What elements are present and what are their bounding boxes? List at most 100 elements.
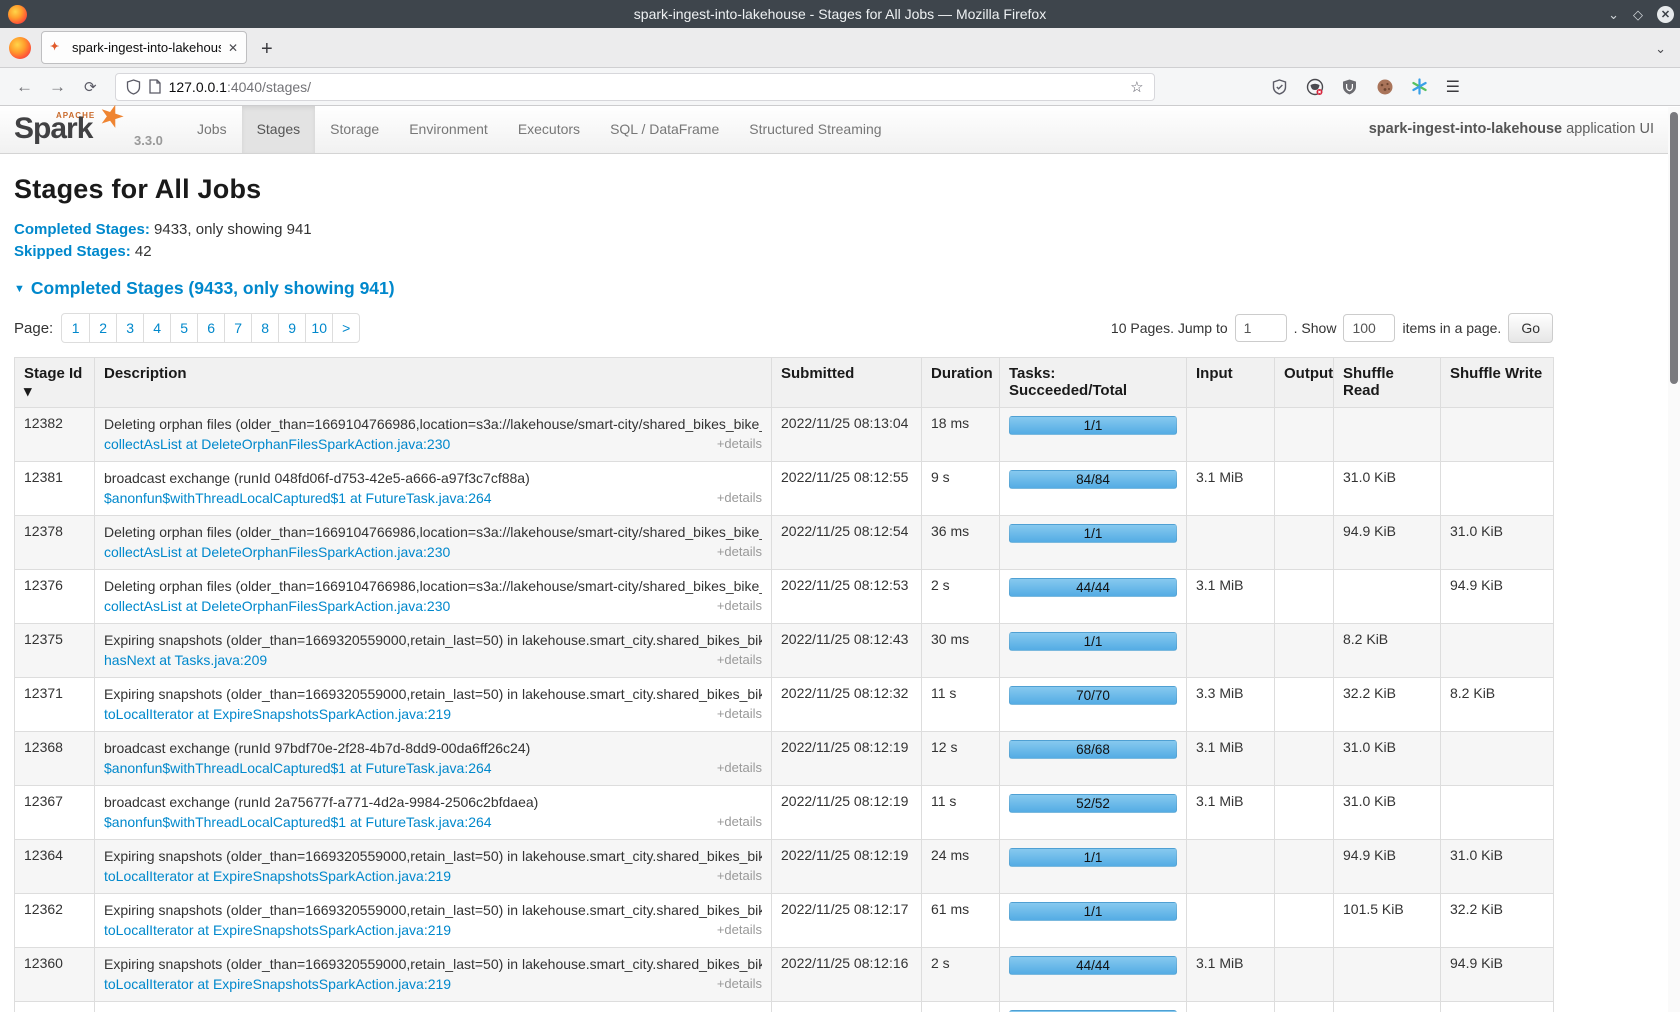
page-button-3[interactable]: 3 <box>116 314 143 342</box>
minimize-button[interactable]: ⌄ <box>1608 8 1619 21</box>
close-button[interactable]: ✕ <box>1657 6 1674 23</box>
column-header-5[interactable]: Input <box>1187 358 1275 408</box>
stage-callsite-link[interactable]: $anonfun$withThreadLocalCaptured$1 at Fu… <box>104 812 492 832</box>
spark-logo[interactable]: APACHE Spark ★ 3.3.0 <box>12 106 130 153</box>
stage-id-cell: 12376 <box>15 570 95 624</box>
browser-tabbar: ✦ spark-ingest-into-lakehous ✕ + ⌄ <box>0 28 1680 68</box>
stage-callsite-link[interactable]: hasNext at Tasks.java:209 <box>104 650 267 670</box>
back-button[interactable]: ← <box>16 77 33 97</box>
browser-tab[interactable]: ✦ spark-ingest-into-lakehous ✕ <box>41 31 247 64</box>
details-toggle[interactable]: +details <box>717 542 762 562</box>
cookie-extension-icon[interactable] <box>1376 78 1394 96</box>
details-toggle[interactable]: +details <box>717 596 762 616</box>
table-row: 12378Deleting orphan files (older_than=1… <box>15 516 1554 570</box>
details-toggle[interactable]: +details <box>717 866 762 886</box>
application-ui-label: spark-ingest-into-lakehouse application … <box>1369 106 1654 153</box>
page-button-7[interactable]: 7 <box>224 314 251 342</box>
page-scrollbar[interactable] <box>1668 107 1680 1012</box>
url-bar[interactable]: 127.0.0.1:4040/stages/ ☆ <box>115 73 1155 101</box>
shield-check-extension-icon[interactable] <box>1271 78 1289 96</box>
nav-tab-stages[interactable]: Stages <box>242 106 316 153</box>
column-header-7[interactable]: Shuffle Read <box>1334 358 1441 408</box>
nav-tab-environment[interactable]: Environment <box>394 106 503 153</box>
tracking-shield-icon[interactable] <box>126 79 141 95</box>
nav-tab-jobs[interactable]: Jobs <box>182 106 242 153</box>
shuffle-read-cell: 31.0 KiB <box>1334 786 1441 840</box>
column-header-0[interactable]: Stage Id ▾ <box>15 358 95 408</box>
stage-callsite-link[interactable]: toLocalIterator at ExpireSnapshotsSparkA… <box>104 974 451 994</box>
firefox-icon <box>9 37 31 59</box>
details-toggle[interactable]: +details <box>717 704 762 724</box>
column-header-6[interactable]: Output <box>1275 358 1334 408</box>
page-button-10[interactable]: 10 <box>305 314 332 342</box>
completed-stages-section-header[interactable]: ▼Completed Stages (9433, only showing 94… <box>14 278 1666 299</box>
page-info-icon[interactable] <box>149 79 161 94</box>
column-header-4[interactable]: Tasks: Succeeded/Total <box>1000 358 1187 408</box>
list-tabs-chevron-icon[interactable]: ⌄ <box>1655 41 1666 57</box>
shuffle-write-cell: 94.9 KiB <box>1441 948 1554 1002</box>
bookmark-star-icon[interactable]: ☆ <box>1130 78 1143 96</box>
stage-callsite-link[interactable]: $anonfun$withThreadLocalCaptured$1 at Fu… <box>104 758 492 778</box>
skipped-stages-link[interactable]: Skipped Stages: <box>14 243 131 260</box>
go-button[interactable]: Go <box>1508 313 1553 343</box>
page-button-8[interactable]: 8 <box>251 314 278 342</box>
forward-button[interactable]: → <box>49 77 66 97</box>
page-button-5[interactable]: 5 <box>170 314 197 342</box>
tab-close-icon[interactable]: ✕ <box>228 41 238 55</box>
table-row: 12359Expiring snapshots (older_than=1669… <box>15 1002 1554 1012</box>
stage-callsite-link[interactable]: toLocalIterator at ExpireSnapshotsSparkA… <box>104 920 451 940</box>
column-header-8[interactable]: Shuffle Write <box>1441 358 1554 408</box>
column-header-3[interactable]: Duration <box>922 358 1000 408</box>
output-cell <box>1275 678 1334 732</box>
description-cell: broadcast exchange (runId 2a75677f-a771-… <box>95 786 772 840</box>
items-per-page-input[interactable] <box>1343 314 1395 342</box>
column-header-1[interactable]: Description <box>95 358 772 408</box>
input-cell: 3.1 MiB <box>1187 570 1275 624</box>
stage-callsite-link[interactable]: toLocalIterator at ExpireSnapshotsSparkA… <box>104 704 451 724</box>
pagination-row: Page: 12345678910> 10 Pages. Jump to . S… <box>14 313 1553 343</box>
shuffle-write-cell: 32.2 KiB <box>1441 894 1554 948</box>
page-button-6[interactable]: 6 <box>197 314 224 342</box>
details-toggle[interactable]: +details <box>717 974 762 994</box>
stage-callsite-link[interactable]: collectAsList at DeleteOrphanFilesSparkA… <box>104 434 450 454</box>
ublock-shield-icon[interactable] <box>1341 78 1359 96</box>
nav-tab-storage[interactable]: Storage <box>315 106 394 153</box>
details-toggle[interactable]: +details <box>717 434 762 454</box>
scrollbar-thumb[interactable] <box>1670 112 1678 384</box>
stage-callsite-link[interactable]: $anonfun$withThreadLocalCaptured$1 at Fu… <box>104 488 492 508</box>
asterisk-extension-icon[interactable] <box>1411 78 1429 96</box>
mask-extension-icon[interactable] <box>1306 78 1324 96</box>
nav-tab-executors[interactable]: Executors <box>503 106 595 153</box>
nav-tab-structured-streaming[interactable]: Structured Streaming <box>734 106 896 153</box>
tasks-cell: 1/1 <box>1000 894 1187 948</box>
stage-callsite-link[interactable]: collectAsList at DeleteOrphanFilesSparkA… <box>104 542 450 562</box>
stage-callsite-link[interactable]: toLocalIterator at ExpireSnapshotsSparkA… <box>104 866 451 886</box>
details-toggle[interactable]: +details <box>717 812 762 832</box>
tab-title: spark-ingest-into-lakehous <box>72 40 221 55</box>
details-toggle[interactable]: +details <box>717 920 762 940</box>
new-tab-button[interactable]: + <box>261 39 273 59</box>
shuffle-read-cell: 31.0 KiB <box>1334 732 1441 786</box>
details-toggle[interactable]: +details <box>717 650 762 670</box>
output-cell <box>1275 732 1334 786</box>
reload-button[interactable]: ⟳ <box>84 78 97 96</box>
table-row: 12375Expiring snapshots (older_than=1669… <box>15 624 1554 678</box>
page-button-4[interactable]: 4 <box>143 314 170 342</box>
next-page-button[interactable]: > <box>332 314 359 342</box>
maximize-button[interactable]: ◇ <box>1633 8 1643 21</box>
menu-button[interactable]: ☰ <box>1446 77 1460 97</box>
duration-cell: 61 ms <box>922 894 1000 948</box>
nav-tab-sql-dataframe[interactable]: SQL / DataFrame <box>595 106 734 153</box>
details-toggle[interactable]: +details <box>717 488 762 508</box>
completed-stages-link[interactable]: Completed Stages: <box>14 221 150 238</box>
page-button-2[interactable]: 2 <box>89 314 116 342</box>
page-button-1[interactable]: 1 <box>62 314 89 342</box>
tasks-cell: 1/1 <box>1000 516 1187 570</box>
page-button-9[interactable]: 9 <box>278 314 305 342</box>
stage-callsite-link[interactable]: collectAsList at DeleteOrphanFilesSparkA… <box>104 596 450 616</box>
jump-to-page-input[interactable] <box>1235 314 1287 342</box>
column-header-2[interactable]: Submitted <box>772 358 922 408</box>
tasks-progress-bar: 1/1 <box>1009 416 1177 435</box>
input-cell <box>1187 894 1275 948</box>
details-toggle[interactable]: +details <box>717 758 762 778</box>
